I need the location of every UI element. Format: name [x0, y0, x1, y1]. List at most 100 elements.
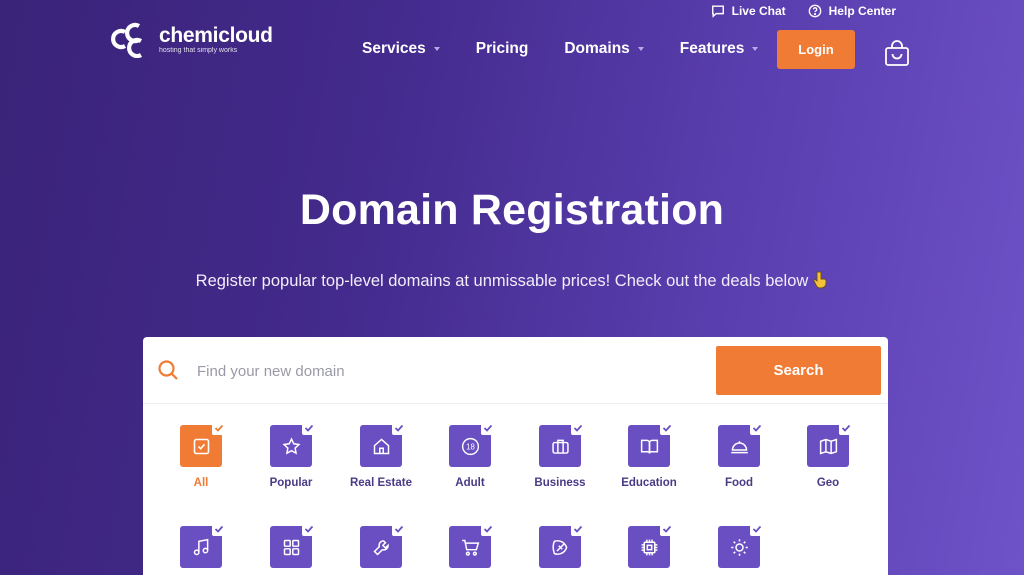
- live-chat-link[interactable]: Live Chat: [711, 4, 786, 18]
- category-geo[interactable]: Geo: [783, 421, 873, 489]
- live-chat-label: Live Chat: [731, 4, 786, 18]
- help-center-label: Help Center: [828, 4, 896, 18]
- category-label: All: [193, 477, 209, 489]
- category-adult[interactable]: 18 Adult: [425, 421, 515, 489]
- category-tile: [360, 421, 406, 467]
- domain-search-input[interactable]: [197, 355, 707, 387]
- category-label: Popular: [269, 477, 313, 489]
- check-icon: [750, 421, 764, 435]
- domain-search-card: Search All Popular Real Estate: [143, 337, 888, 575]
- category-tile: [628, 421, 674, 467]
- check-icon: [302, 421, 316, 435]
- category-food[interactable]: Food: [694, 421, 784, 489]
- logo-name: chemicloud: [159, 23, 273, 47]
- category-label: Food: [724, 477, 754, 489]
- chemicloud-logo-icon: [111, 22, 143, 58]
- check-icon: [839, 421, 853, 435]
- category-label: Adult: [455, 477, 485, 489]
- category-lifestyle[interactable]: [694, 522, 784, 575]
- category-popular[interactable]: Popular: [246, 421, 336, 489]
- category-shopping[interactable]: [425, 522, 515, 575]
- category-music[interactable]: [156, 522, 246, 575]
- hero-subtitle: Register popular top-level domains at un…: [0, 271, 1024, 291]
- check-icon: [481, 421, 495, 435]
- nav-domains-label: Domains: [564, 40, 630, 57]
- category-label: Geo: [816, 477, 840, 489]
- check-icon: [392, 522, 406, 536]
- category-tile: 18: [449, 421, 495, 467]
- category-sports[interactable]: [515, 522, 605, 575]
- help-icon: [808, 4, 821, 18]
- category-tile: [539, 421, 585, 467]
- nav-pricing[interactable]: Pricing: [476, 40, 529, 58]
- house-icon: [373, 438, 389, 454]
- check-icon: [660, 522, 674, 536]
- book-icon: [640, 439, 658, 454]
- cloche-icon: [730, 440, 748, 453]
- category-tile: [180, 421, 226, 467]
- checkbox-icon: [193, 438, 209, 454]
- hero-subtitle-text: Register popular top-level domains at un…: [195, 272, 809, 290]
- chevron-down-icon: [433, 47, 440, 51]
- grid-icon: [283, 539, 299, 555]
- category-tile: [360, 522, 406, 568]
- category-all[interactable]: All: [156, 421, 246, 489]
- nav-pricing-label: Pricing: [475, 40, 529, 57]
- category-tools[interactable]: [336, 522, 426, 575]
- wrench-icon: [372, 539, 389, 556]
- category-tile: [718, 522, 764, 568]
- map-icon: [819, 437, 837, 455]
- shopping-bag-icon[interactable]: [884, 40, 910, 67]
- search-icon: [158, 360, 178, 380]
- check-icon: [660, 421, 674, 435]
- category-label: Real Estate: [349, 477, 412, 489]
- check-icon: [571, 421, 585, 435]
- nav-domains[interactable]: Domains: [564, 40, 644, 58]
- chevron-down-icon: [752, 47, 759, 51]
- category-business[interactable]: Business: [515, 421, 605, 489]
- sun-icon: [730, 538, 748, 556]
- check-icon: [392, 421, 406, 435]
- category-technology[interactable]: [604, 522, 694, 575]
- page-title: Domain Registration: [299, 186, 725, 234]
- logo[interactable]: chemicloud hosting that simply works: [111, 22, 273, 58]
- check-icon: [571, 522, 585, 536]
- check-icon: [302, 522, 316, 536]
- logo-tagline: hosting that simply works: [159, 46, 238, 54]
- login-button[interactable]: Login: [777, 30, 855, 69]
- category-education[interactable]: Education: [604, 421, 694, 489]
- check-icon: [750, 522, 764, 536]
- chevron-down-icon: [637, 47, 644, 51]
- category-tile: [539, 522, 585, 568]
- category-tile: [628, 522, 674, 568]
- music-icon: [193, 538, 208, 555]
- cart-icon: [461, 539, 479, 556]
- category-grid[interactable]: [246, 522, 336, 575]
- category-tile: [180, 522, 226, 568]
- category-tile: [270, 522, 316, 568]
- category-label: Education: [621, 477, 677, 489]
- svg-text:18: 18: [466, 442, 475, 451]
- tag-icon: [551, 539, 567, 555]
- nav-services-label: Services: [362, 40, 426, 57]
- search-row: Search: [143, 337, 888, 404]
- category-tile: [718, 421, 764, 467]
- check-icon: [212, 421, 226, 435]
- eighteen-icon: 18: [461, 437, 479, 455]
- nav-services[interactable]: Services: [362, 40, 440, 58]
- utility-links: Live Chat Help Center: [711, 4, 896, 18]
- check-icon: [212, 522, 226, 536]
- nav-features[interactable]: Features: [680, 40, 759, 58]
- star-icon: [281, 436, 301, 455]
- check-icon: [481, 522, 495, 536]
- chip-icon: [641, 539, 657, 555]
- chat-icon: [711, 5, 724, 18]
- category-real-estate[interactable]: Real Estate: [336, 421, 426, 489]
- category-tile: [270, 421, 316, 467]
- search-button[interactable]: Search: [716, 346, 881, 395]
- category-tile: [449, 522, 495, 568]
- help-center-link[interactable]: Help Center: [808, 4, 896, 18]
- pointing-down-hand-icon: [813, 271, 827, 289]
- category-label: Business: [534, 477, 586, 489]
- main-nav: Services Pricing Domains Features: [362, 40, 794, 58]
